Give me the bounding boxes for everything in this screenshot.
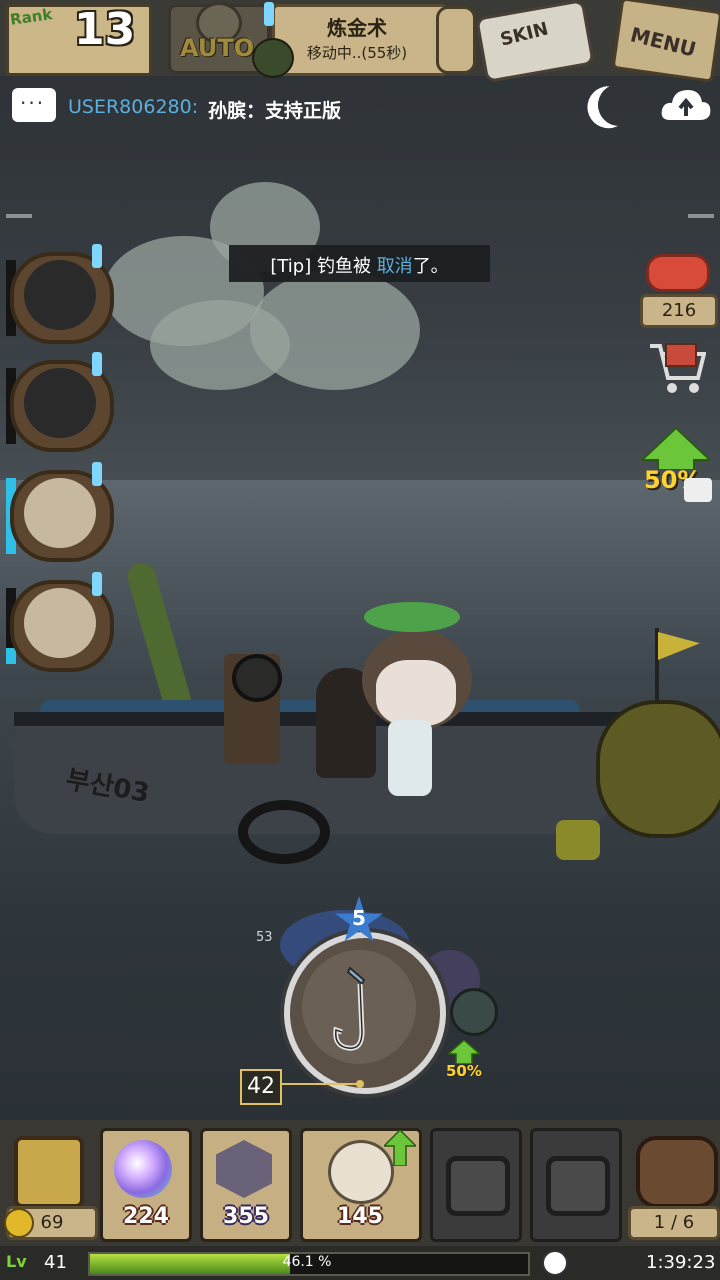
bait-boost-arrow-icon [448,1040,480,1064]
shop-cart-icon[interactable] [646,338,706,396]
boost-arrow-icon[interactable] [642,428,710,470]
chat-username: USER806280: [68,96,199,118]
star-level: 5 [352,906,366,930]
shell-count: 145 [337,1204,383,1229]
black-cat-portrait [24,368,96,438]
clock-icon [542,1250,568,1276]
backpack-icon[interactable] [636,1136,718,1208]
lock-icon [546,1156,610,1216]
depth-line [280,1083,360,1085]
xp-percent: 46.1 % [282,1254,332,1270]
meat-icon[interactable] [646,254,710,292]
alert-icon [92,244,102,268]
play-time: 1:39:23 [646,1252,716,1273]
cloud-upload-icon[interactable] [660,86,712,126]
auto-label: AUTO [180,34,255,62]
bait-icon[interactable] [450,988,498,1036]
leaf-hat [364,602,460,632]
quest-title: 炼金术 [327,16,387,40]
alert-icon [92,572,102,596]
orb-count: 224 [123,1204,169,1229]
edge-marker [688,214,714,218]
edge-marker [6,214,32,218]
fisher-girl-body [388,720,432,796]
chat-dots: ··· [20,91,46,115]
gem-count: 355 [223,1204,269,1229]
tip-text: [Tip] 钓鱼被 取消了。 [229,252,490,278]
video-play-icon[interactable] [684,478,712,502]
girl-portrait [24,478,96,548]
tip-prefix: [Tip] [270,256,317,277]
cloud [150,300,290,390]
quest-status: 移动中..(55秒) [306,44,408,62]
tip-highlight: 取消 [376,256,413,277]
rank-value: 13 [74,4,136,55]
bag-count: 1 / 6 [628,1206,720,1240]
girl-portrait [24,588,96,658]
scroll-icon[interactable] [436,6,476,74]
depth-current: 42 [240,1069,282,1105]
lantern-icon[interactable] [14,1136,84,1208]
bait-boost-percent: 50% [446,1062,482,1080]
tire-bumper [238,800,330,864]
machine-lamp [232,654,282,702]
level-value: 41 [44,1252,67,1273]
fisher-girl-face [376,660,456,726]
gold-coin-icon [4,1208,34,1238]
black-cat-portrait [24,260,96,330]
float-bag [556,820,600,860]
meat-count: 216 [640,294,718,328]
alert-icon [92,462,102,486]
buoy-tank [596,700,720,838]
chat-message: 孙膑：支持正版 [208,100,342,122]
level-icon: Lv [6,1252,27,1271]
tip-text-a: 钓鱼被 [316,256,377,277]
rainbow-orb-icon [114,1140,172,1198]
upgrade-arrow-icon [384,1130,416,1166]
depth-marker [356,1080,364,1088]
tip-text-b: 了。 [412,256,449,277]
hook-icon [333,966,366,1051]
alert-icon [92,352,102,376]
depth-max-label: 53 [256,930,273,945]
lock-icon [446,1156,510,1216]
